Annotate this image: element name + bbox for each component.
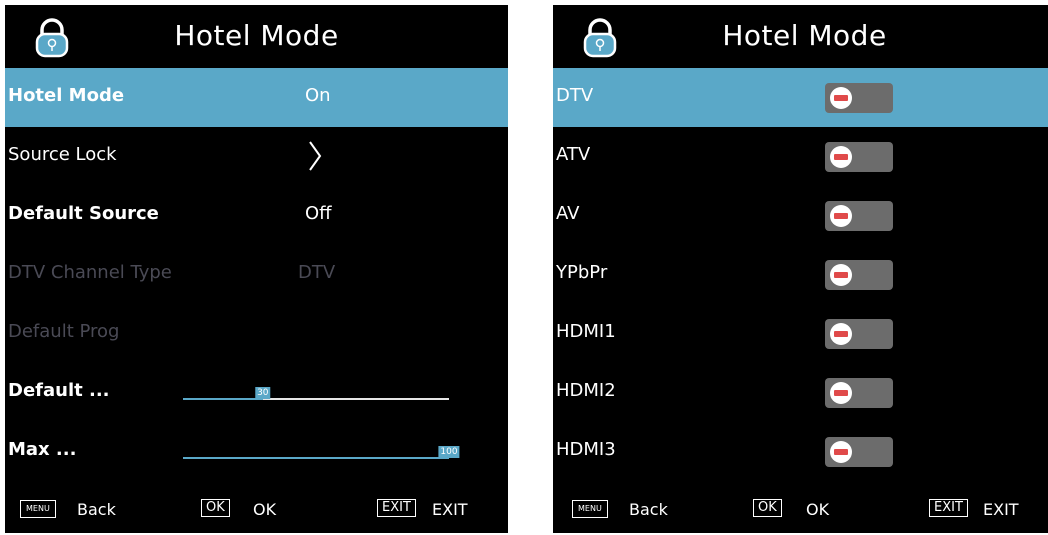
slider-value-badge[interactable]: 30 bbox=[255, 387, 271, 399]
source-lock-toggle[interactable] bbox=[825, 260, 893, 290]
menu-item-label: Default Source bbox=[8, 203, 159, 224]
minus-icon bbox=[830, 205, 852, 227]
menu-key-icon[interactable]: MENU bbox=[20, 500, 56, 518]
menu-item-label: Default Prog bbox=[8, 321, 120, 342]
source-lock-toggle[interactable] bbox=[825, 83, 893, 113]
source-lock-toggle[interactable] bbox=[825, 142, 893, 172]
ok-key-icon[interactable]: OK bbox=[201, 499, 230, 517]
menu-item-hotel-mode[interactable]: Hotel Mode On bbox=[5, 68, 508, 127]
menu-title: Hotel Mode bbox=[174, 19, 339, 52]
menu-footer: MENU Back OK OK EXIT EXIT bbox=[5, 485, 508, 533]
menu-item-value: On bbox=[305, 85, 331, 106]
back-hint: Back bbox=[77, 500, 116, 519]
minus-icon bbox=[830, 87, 852, 109]
ok-key-icon[interactable]: OK bbox=[753, 499, 782, 517]
source-label: YPbPr bbox=[556, 262, 608, 283]
source-label: HDMI3 bbox=[556, 439, 616, 460]
menu-header: Hotel Mode bbox=[553, 5, 1048, 65]
chevron-right-icon bbox=[309, 141, 322, 171]
minus-icon bbox=[830, 441, 852, 463]
menu-item-max-volume[interactable]: Max ... 100 bbox=[5, 422, 508, 481]
menu-header: Hotel Mode bbox=[5, 5, 508, 65]
source-item-hdmi2[interactable]: HDMI2 bbox=[553, 363, 1048, 422]
exit-key-icon[interactable]: EXIT bbox=[929, 499, 968, 517]
source-label: HDMI1 bbox=[556, 321, 616, 342]
minus-icon bbox=[830, 146, 852, 168]
source-item-hdmi1[interactable]: HDMI1 bbox=[553, 304, 1048, 363]
menu-footer: MENU Back OK OK EXIT EXIT bbox=[553, 485, 1048, 533]
source-lock-toggle[interactable] bbox=[825, 437, 893, 467]
source-item-ypbpr[interactable]: YPbPr bbox=[553, 245, 1048, 304]
slider-value-badge[interactable]: 100 bbox=[438, 446, 460, 458]
menu-item-label: Default ... bbox=[8, 380, 110, 401]
source-label: ATV bbox=[556, 144, 591, 165]
menu-item-label: DTV Channel Type bbox=[8, 262, 172, 283]
minus-icon bbox=[830, 382, 852, 404]
source-label: DTV bbox=[556, 85, 594, 106]
exit-hint: EXIT bbox=[983, 500, 1019, 519]
source-label: AV bbox=[556, 203, 580, 224]
menu-item-label: Source Lock bbox=[8, 144, 117, 165]
exit-key-icon[interactable]: EXIT bbox=[377, 499, 416, 517]
default-volume-slider[interactable]: 30 bbox=[183, 387, 449, 400]
menu-key-icon[interactable]: MENU bbox=[572, 500, 608, 518]
menu-item-default-prog: Default Prog bbox=[5, 304, 508, 363]
menu-item-default-source[interactable]: Default Source Off bbox=[5, 186, 508, 245]
menu-item-label: Max ... bbox=[8, 439, 77, 460]
menu-item-value: DTV bbox=[298, 262, 336, 283]
menu-item-dtv-channel-type: DTV Channel Type DTV bbox=[5, 245, 508, 304]
source-lock-toggle[interactable] bbox=[825, 378, 893, 408]
source-item-hdmi3[interactable]: HDMI3 bbox=[553, 422, 1048, 481]
menu-item-default-volume[interactable]: Default ... 30 bbox=[5, 363, 508, 422]
slider-fill bbox=[183, 457, 449, 459]
menu-item-label: Hotel Mode bbox=[8, 85, 125, 106]
minus-icon bbox=[830, 323, 852, 345]
source-item-av[interactable]: AV bbox=[553, 186, 1048, 245]
source-label: HDMI2 bbox=[556, 380, 616, 401]
hotel-mode-menu-panel: Hotel Mode Hotel Mode On Source Lock Def… bbox=[5, 5, 508, 533]
exit-hint: EXIT bbox=[432, 500, 468, 519]
menu-title: Hotel Mode bbox=[722, 19, 887, 52]
minus-icon bbox=[830, 264, 852, 286]
source-lock-toggle[interactable] bbox=[825, 319, 893, 349]
source-lock-panel: Hotel Mode DTV ATV AV YPbPr HDMI1 HDMI2 … bbox=[553, 5, 1048, 533]
source-lock-toggle[interactable] bbox=[825, 201, 893, 231]
ok-hint: OK bbox=[253, 500, 277, 519]
back-hint: Back bbox=[629, 500, 668, 519]
source-item-dtv[interactable]: DTV bbox=[553, 68, 1048, 127]
source-item-atv[interactable]: ATV bbox=[553, 127, 1048, 186]
menu-item-source-lock[interactable]: Source Lock bbox=[5, 127, 508, 186]
max-volume-slider[interactable]: 100 bbox=[183, 446, 460, 459]
menu-item-value: Off bbox=[305, 203, 332, 224]
slider-fill bbox=[183, 398, 263, 400]
ok-hint: OK bbox=[806, 500, 830, 519]
